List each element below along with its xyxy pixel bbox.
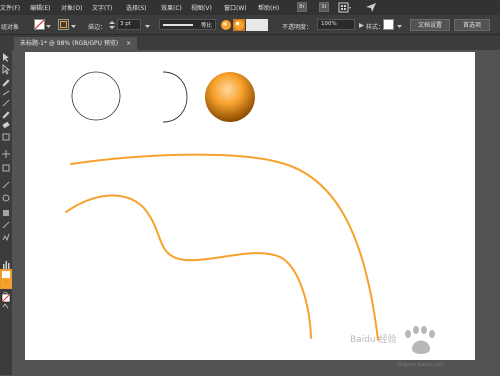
- orange-curve-lower[interactable]: [65, 194, 312, 339]
- tools-panel: [0, 50, 12, 375]
- workspace-grid-icon[interactable]: [338, 2, 352, 13]
- style-label: 样式：: [366, 24, 385, 31]
- artwork: [65, 71, 379, 341]
- document-setup-button[interactable]: 文档设置: [410, 19, 450, 31]
- menu-view[interactable]: 视图(V): [191, 3, 212, 12]
- orange-sphere[interactable]: [205, 72, 255, 122]
- menu-bar: 文件(F) 编辑(E) 对象(O) 文字(T) 选择(S) 效果(C) 视图(V…: [0, 0, 500, 15]
- menu-object[interactable]: 对象(O): [61, 3, 82, 12]
- stroke-weight-field[interactable]: 3 pt: [117, 19, 141, 30]
- tool-glyphs: [0, 53, 12, 309]
- variable-width-profile[interactable]: 等比: [159, 19, 216, 30]
- menu-type[interactable]: 文字(T): [92, 3, 112, 12]
- menu-effect[interactable]: 效果(C): [161, 3, 182, 12]
- preferences-button[interactable]: 首选项: [454, 19, 490, 31]
- baidu-watermark: Baidu 经验 jingyan.baidu.com: [348, 322, 478, 374]
- watermark-url: jingyan.baidu.com: [398, 362, 445, 368]
- artboard[interactable]: [25, 52, 475, 360]
- outline-circle[interactable]: [71, 71, 121, 121]
- brush-preview[interactable]: [246, 19, 268, 31]
- stroke-weight-dropdown-icon[interactable]: [145, 24, 150, 28]
- opacity-label: 不透明度：: [282, 24, 313, 31]
- close-tab-icon[interactable]: ×: [126, 40, 131, 47]
- orange-curve-upper[interactable]: [70, 153, 379, 341]
- control-bar: 组对象 描边： 3 pt 等比 不透明度： 100% 样式： 文档设置 首选项: [0, 15, 500, 35]
- stock-tile[interactable]: St: [319, 2, 329, 12]
- opacity-field[interactable]: 100%: [317, 19, 355, 30]
- brush-orange-icon[interactable]: [220, 19, 233, 31]
- stroke-label: 描边：: [88, 24, 107, 31]
- menu-file[interactable]: 文件(F): [0, 3, 20, 12]
- menu-edit[interactable]: 编辑(E): [30, 3, 50, 12]
- style-dropdown-icon[interactable]: [397, 24, 402, 28]
- document-tab[interactable]: 未标题-1* @ 98% (RGB/GPU 预览) ×: [14, 37, 138, 50]
- brush-sphere-icon[interactable]: [233, 19, 245, 31]
- menu-help[interactable]: 帮助(H): [258, 3, 279, 12]
- fill-swatch[interactable]: [34, 19, 45, 30]
- stroke-swatch[interactable]: [58, 19, 69, 30]
- bridge-tile[interactable]: Br: [297, 2, 307, 12]
- send-icon[interactable]: [366, 3, 376, 12]
- opacity-value: 100%: [321, 21, 337, 27]
- stroke-stepper-icon[interactable]: [109, 20, 115, 30]
- menu-window[interactable]: 窗口(W): [224, 3, 247, 12]
- selection-type-label: 组对象: [1, 24, 20, 31]
- graphic-style-swatch[interactable]: [383, 19, 394, 30]
- menu-select[interactable]: 选择(S): [126, 3, 147, 12]
- profile-label: 等比: [200, 23, 212, 29]
- opacity-arrow-icon[interactable]: [359, 23, 364, 28]
- stroke-dropdown-icon[interactable]: [71, 24, 76, 28]
- document-tab-title: 未标题-1* @ 98% (RGB/GPU 预览): [20, 40, 119, 47]
- half-circle-arc[interactable]: [162, 71, 188, 123]
- watermark-text: Baidu 经验: [350, 335, 397, 345]
- fill-dropdown-icon[interactable]: [46, 24, 51, 28]
- stroke-weight-value: 3 pt: [120, 21, 131, 27]
